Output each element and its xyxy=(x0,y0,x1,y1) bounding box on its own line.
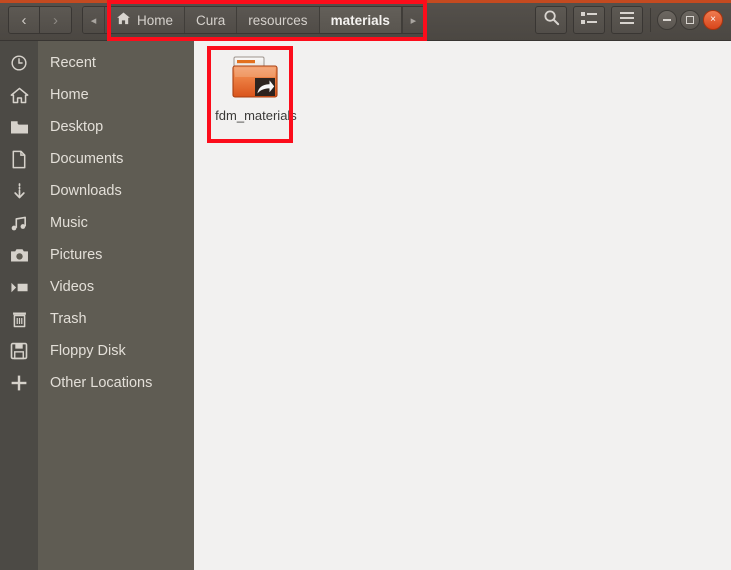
sidebar-item-label: Trash xyxy=(50,311,87,327)
window-controls: × xyxy=(657,10,723,30)
header-bar: ‹ › ◂ Home Cura resources materials ▸ × xyxy=(0,0,731,41)
sidebar-item-label: Home xyxy=(50,87,89,103)
download-icon xyxy=(0,182,38,201)
sidebar-item-floppy-disk[interactable]: Floppy Disk xyxy=(0,335,194,367)
breadcrumb-label: resources xyxy=(248,12,308,28)
sidebar-list: Recent Home Desktop Documents Downloads … xyxy=(0,47,194,399)
music-note-icon xyxy=(0,215,38,232)
triangle-right-icon: ▸ xyxy=(410,14,417,27)
search-icon xyxy=(543,9,560,31)
sidebar-item-label: Videos xyxy=(50,279,95,295)
sidebar-item-documents[interactable]: Documents xyxy=(0,143,194,175)
chevron-left-icon: ‹ xyxy=(21,11,27,29)
menu-button[interactable] xyxy=(611,6,643,34)
breadcrumb-item-resources[interactable]: resources xyxy=(237,7,320,33)
file-item-fdm-materials[interactable]: fdm_materials xyxy=(211,50,301,124)
sidebar-item-other-locations[interactable]: Other Locations xyxy=(0,367,194,399)
header-separator xyxy=(650,8,651,32)
chevron-right-icon: › xyxy=(53,11,58,29)
home-icon xyxy=(0,86,38,105)
sidebar-item-label: Documents xyxy=(50,151,124,167)
sidebar-item-label: Downloads xyxy=(50,183,122,199)
minimize-button[interactable] xyxy=(657,10,677,30)
back-button[interactable]: ‹ xyxy=(8,6,40,34)
sidebar-item-trash[interactable]: Trash xyxy=(0,303,194,335)
breadcrumb-scroll-left-button[interactable]: ◂ xyxy=(83,7,105,33)
video-icon xyxy=(0,280,38,295)
sidebar-item-label: Floppy Disk xyxy=(50,343,126,359)
folder-icon xyxy=(0,119,38,136)
sidebar-item-music[interactable]: Music xyxy=(0,207,194,239)
plus-icon xyxy=(0,374,38,392)
sidebar-item-recent[interactable]: Recent xyxy=(0,47,194,79)
breadcrumb-item-home[interactable]: Home xyxy=(105,7,186,33)
breadcrumb-label: materials xyxy=(330,12,390,28)
breadcrumb-label: Home xyxy=(137,12,174,28)
close-icon: × xyxy=(710,14,716,25)
breadcrumb-item-materials[interactable]: materials xyxy=(319,7,402,33)
triangle-left-icon: ◂ xyxy=(90,14,97,27)
sidebar: Recent Home Desktop Documents Downloads … xyxy=(0,41,194,570)
window-accent-line xyxy=(0,0,731,3)
breadcrumb-label: Cura xyxy=(196,12,226,28)
navigation-buttons: ‹ › xyxy=(8,6,72,34)
sidebar-item-desktop[interactable]: Desktop xyxy=(0,111,194,143)
sidebar-item-label: Desktop xyxy=(50,119,104,135)
floppy-disk-icon xyxy=(0,342,38,360)
maximize-button[interactable] xyxy=(680,10,700,30)
sidebar-item-label: Music xyxy=(50,215,88,231)
sidebar-item-videos[interactable]: Videos xyxy=(0,271,194,303)
sidebar-item-pictures[interactable]: Pictures xyxy=(0,239,194,271)
file-item-label: fdm_materials xyxy=(215,108,297,123)
file-manager-window: ‹ › ◂ Home Cura resources materials ▸ × … xyxy=(0,0,731,570)
home-icon xyxy=(116,11,131,29)
sidebar-item-label: Recent xyxy=(50,55,96,71)
header-action-buttons xyxy=(535,6,643,34)
breadcrumb-item-cura[interactable]: Cura xyxy=(185,7,238,33)
hamburger-menu-icon xyxy=(619,11,635,30)
breadcrumb-scroll-right-button[interactable]: ▸ xyxy=(401,7,424,33)
search-button[interactable] xyxy=(535,6,567,34)
sidebar-item-home[interactable]: Home xyxy=(0,79,194,111)
sidebar-item-label: Pictures xyxy=(50,247,103,263)
minimize-icon xyxy=(663,19,671,21)
clock-icon xyxy=(0,54,38,72)
folder-symlink-icon xyxy=(225,54,287,104)
breadcrumb: ◂ Home Cura resources materials ▸ xyxy=(82,6,425,34)
close-button[interactable]: × xyxy=(703,10,723,30)
sidebar-item-label: Other Locations xyxy=(50,375,153,391)
camera-icon xyxy=(0,247,38,263)
view-options-button[interactable] xyxy=(573,6,605,34)
trash-icon xyxy=(0,310,38,329)
forward-button[interactable]: › xyxy=(40,6,72,34)
maximize-icon xyxy=(686,16,694,24)
list-view-icon xyxy=(581,11,597,30)
document-icon xyxy=(0,150,38,169)
sidebar-item-downloads[interactable]: Downloads xyxy=(0,175,194,207)
file-list-area[interactable]: fdm_materials xyxy=(194,41,731,570)
